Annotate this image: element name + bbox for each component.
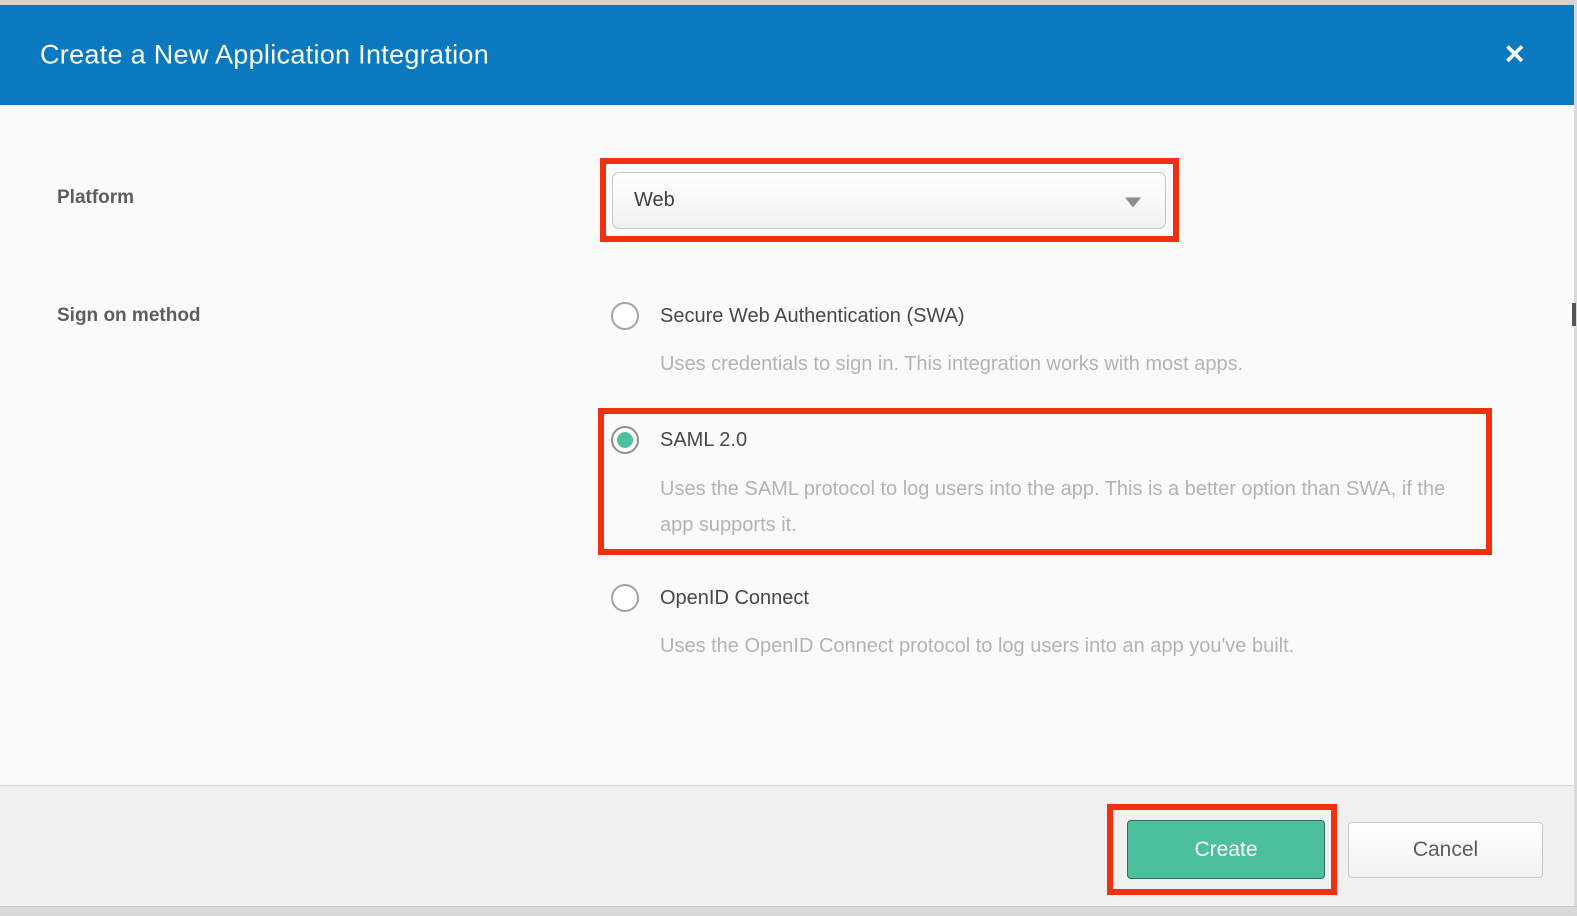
radio-openid-connect-description: Uses the OpenID Connect protocol to log … <box>660 632 1294 660</box>
sign-on-method-label: Sign on method <box>57 305 201 327</box>
radio-saml-label[interactable]: SAML 2.0 <box>660 426 747 454</box>
create-app-integration-modal: Create a New Application Integration ✕ P… <box>0 0 1577 916</box>
chevron-down-icon <box>1125 197 1141 207</box>
modal-footer <box>0 785 1577 906</box>
platform-select-value: Web <box>634 189 675 212</box>
page-background-bottom-strip <box>0 906 1577 916</box>
modal-title: Create a New Application Integration <box>40 40 489 71</box>
platform-label: Platform <box>57 187 134 209</box>
radio-swa[interactable] <box>611 302 639 330</box>
radio-saml-description: Uses the SAML protocol to log users into… <box>660 471 1480 543</box>
radio-openid-connect[interactable] <box>611 584 639 612</box>
platform-select[interactable]: Web <box>612 172 1166 229</box>
create-button[interactable]: Create <box>1127 820 1325 879</box>
scrollbar-fragment <box>1572 303 1576 326</box>
modal-header: Create a New Application Integration ✕ <box>0 5 1574 105</box>
cancel-button[interactable]: Cancel <box>1348 822 1543 878</box>
radio-swa-label[interactable]: Secure Web Authentication (SWA) <box>660 302 965 330</box>
radio-saml[interactable] <box>611 426 639 454</box>
radio-swa-description: Uses credentials to sign in. This integr… <box>660 350 1243 378</box>
close-icon[interactable]: ✕ <box>1501 40 1528 71</box>
radio-openid-connect-label[interactable]: OpenID Connect <box>660 584 809 612</box>
